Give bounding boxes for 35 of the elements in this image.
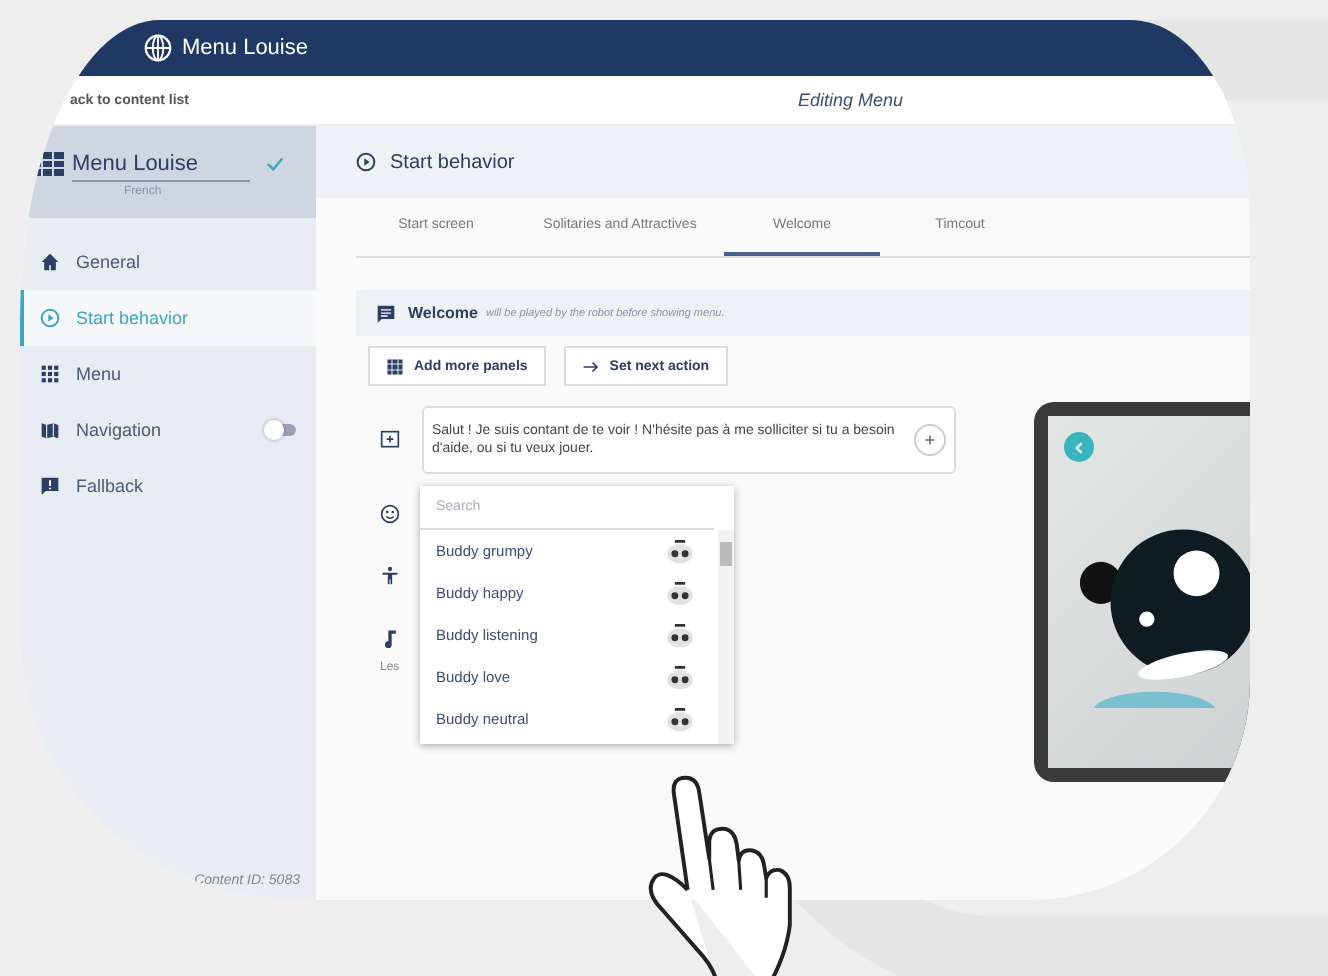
plus-icon [924, 434, 936, 446]
grid-icon [40, 364, 60, 384]
chevron-left-icon [1071, 439, 1087, 455]
robot-face-icon [666, 623, 694, 647]
scrollbar[interactable] [718, 530, 734, 744]
message-icon [376, 303, 396, 323]
home-icon [40, 252, 60, 272]
robot-face-icon [666, 665, 694, 689]
panels-icon [386, 357, 404, 375]
tiles-icon [32, 152, 64, 176]
sidebar-item[interactable]: Navigation [20, 402, 316, 458]
sidebar-item[interactable]: General [20, 234, 316, 290]
section-title: Start behavior [390, 151, 515, 173]
arrow-right-icon [581, 357, 600, 375]
sidebar-item[interactable]: Menu [20, 346, 316, 402]
map-icon [40, 420, 60, 440]
globe-icon [144, 34, 172, 62]
robot-face-icon [666, 539, 694, 563]
welcome-title: Welcome [408, 304, 478, 322]
sidebar-item[interactable]: Fallback [20, 458, 316, 514]
smiley-icon [380, 504, 400, 524]
alert-icon [40, 476, 60, 496]
play-circle-icon [356, 152, 376, 172]
person-icon [380, 566, 400, 586]
music-note-icon [380, 628, 400, 648]
robot-face-icon [666, 581, 694, 605]
page-title: Editing Menu [798, 90, 904, 110]
add-text-icon [380, 430, 400, 450]
content-name-field[interactable]: Menu Louise [72, 147, 250, 181]
play-circle-icon [40, 308, 60, 328]
back-button[interactable] [1064, 432, 1094, 462]
toggle-switch[interactable] [268, 424, 296, 436]
robot-face-icon [666, 707, 694, 731]
app-title: Menu Louise [182, 36, 308, 60]
add-button[interactable] [914, 424, 946, 456]
